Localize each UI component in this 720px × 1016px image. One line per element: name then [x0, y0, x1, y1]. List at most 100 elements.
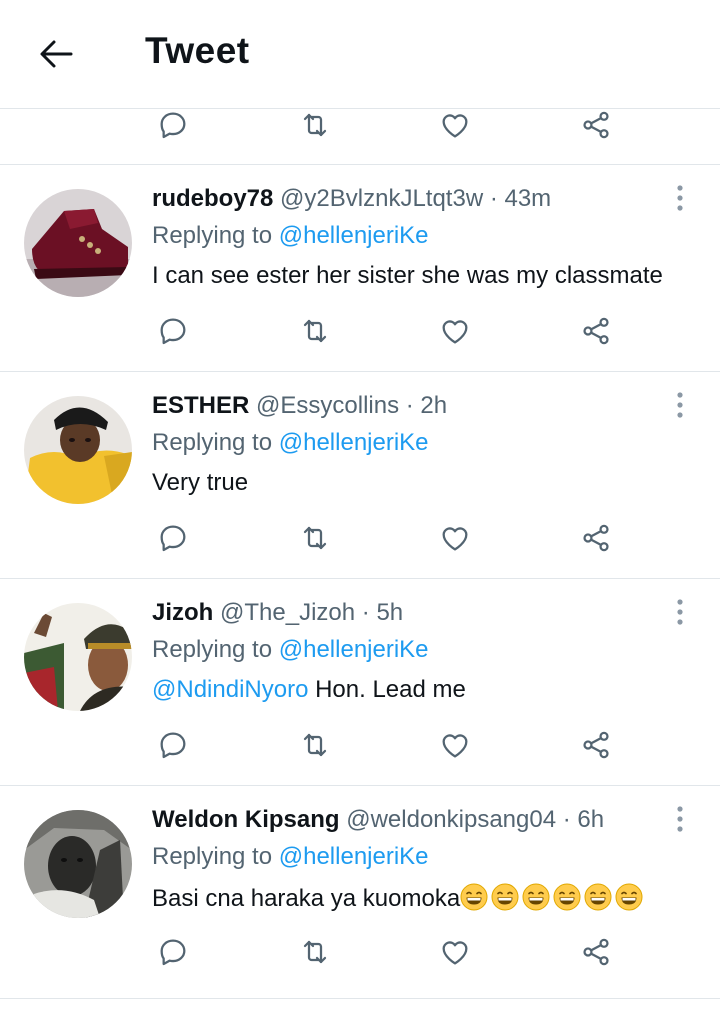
reply-icon: [157, 522, 189, 554]
retweet-button[interactable]: [296, 728, 334, 762]
more-options-button[interactable]: [668, 390, 692, 420]
arrow-left-icon: [40, 40, 73, 68]
tweet-item[interactable]: Weldon Kipsang @weldonkipsang04 · 6h Rep…: [0, 786, 720, 992]
reply-icon: [157, 315, 189, 347]
like-icon: [439, 729, 471, 761]
avatar-image-man-cap: [24, 603, 132, 711]
author-name[interactable]: ESTHER: [152, 392, 249, 419]
author-name[interactable]: Jizoh: [152, 599, 213, 626]
avatar[interactable]: [24, 189, 132, 297]
author-name[interactable]: rudeboy78: [152, 185, 273, 212]
divider: [0, 998, 720, 999]
tweet-text: I can see ester her sister she was my cl…: [152, 262, 663, 289]
tweet-text: Very true: [152, 469, 249, 496]
author-handle: @y2BvlznkJLtqt3w: [280, 185, 484, 212]
avatar-image-person-yellow: [24, 396, 132, 504]
replying-to-link[interactable]: @hellenjeriKe: [279, 843, 429, 870]
reply-button[interactable]: [154, 108, 192, 142]
more-options-button[interactable]: [668, 183, 692, 213]
share-icon: [580, 109, 612, 141]
tweet-header: Weldon Kipsang @weldonkipsang04 · 6h: [152, 806, 604, 834]
replying-to: Replying to @hellenjeriKe: [152, 843, 429, 871]
tweet-time: · 43m: [489, 185, 552, 212]
grinning-face-emoji-icon: [584, 883, 612, 911]
reply-button[interactable]: [154, 521, 192, 555]
emoji-row: [460, 885, 646, 912]
tweet-time: · 5h: [361, 599, 404, 626]
tweet-text: @NdindiNyoro Hon. Lead me: [152, 676, 466, 704]
share-icon: [580, 936, 612, 968]
like-button[interactable]: [436, 521, 474, 555]
like-icon: [439, 936, 471, 968]
more-vertical-icon: [668, 597, 692, 627]
replying-to-link[interactable]: @hellenjeriKe: [279, 636, 429, 663]
author-handle: @Essycollins: [256, 392, 400, 419]
replying-label: Replying to: [152, 636, 273, 663]
avatar-image-man-bw: [24, 810, 132, 918]
avatar-image-shoes: [24, 189, 132, 297]
share-button[interactable]: [577, 935, 615, 969]
replying-to: Replying to @hellenjeriKe: [152, 636, 429, 664]
grinning-face-emoji-icon: [522, 883, 550, 911]
more-options-button[interactable]: [668, 597, 692, 627]
back-button[interactable]: [34, 34, 78, 74]
replying-label: Replying to: [152, 222, 273, 249]
like-button[interactable]: [436, 314, 474, 348]
mention-link[interactable]: @NdindiNyoro: [152, 676, 308, 703]
tweet-actions-partial: [0, 100, 720, 150]
tweet-actions: [0, 513, 720, 563]
retweet-icon: [299, 109, 331, 141]
grinning-face-emoji-icon: [491, 883, 519, 911]
avatar[interactable]: [24, 603, 132, 711]
tweet-actions: [0, 720, 720, 770]
tweet-header: Jizoh @The_Jizoh · 5h: [152, 599, 403, 627]
more-vertical-icon: [668, 390, 692, 420]
grinning-face-emoji-icon: [615, 883, 643, 911]
reply-icon: [157, 729, 189, 761]
avatar[interactable]: [24, 396, 132, 504]
avatar[interactable]: [24, 810, 132, 918]
tweet-item[interactable]: Jizoh @The_Jizoh · 5h Replying to @helle…: [0, 579, 720, 785]
retweet-button[interactable]: [296, 314, 334, 348]
replying-to: Replying to @hellenjeriKe: [152, 222, 429, 250]
tweet-text-body: Hon. Lead me: [308, 676, 466, 703]
tweet-text-body: Basi cna haraka ya kuomoka: [152, 885, 461, 912]
more-options-button[interactable]: [668, 804, 692, 834]
reply-icon: [157, 109, 189, 141]
retweet-button[interactable]: [296, 108, 334, 142]
tweet-actions: [0, 927, 720, 977]
retweet-button[interactable]: [296, 935, 334, 969]
like-icon: [439, 315, 471, 347]
author-handle: @weldonkipsang04: [346, 806, 557, 833]
tweet-item[interactable]: rudeboy78 @y2BvlznkJLtqt3w · 43m Replyin…: [0, 165, 720, 371]
share-button[interactable]: [577, 521, 615, 555]
like-button[interactable]: [436, 108, 474, 142]
replying-to-link[interactable]: @hellenjeriKe: [279, 429, 429, 456]
replying-label: Replying to: [152, 429, 273, 456]
like-button[interactable]: [436, 728, 474, 762]
retweet-icon: [299, 729, 331, 761]
share-icon: [580, 729, 612, 761]
like-icon: [439, 522, 471, 554]
replying-to-link[interactable]: @hellenjeriKe: [279, 222, 429, 249]
share-button[interactable]: [577, 314, 615, 348]
tweet-time: · 2h: [405, 392, 448, 419]
reply-button[interactable]: [154, 935, 192, 969]
tweet-time: · 6h: [562, 806, 605, 833]
retweet-button[interactable]: [296, 521, 334, 555]
tweet-item[interactable]: ESTHER @Essycollins · 2h Replying to @he…: [0, 372, 720, 578]
retweet-icon: [299, 936, 331, 968]
reply-button[interactable]: [154, 314, 192, 348]
like-button[interactable]: [436, 935, 474, 969]
replying-label: Replying to: [152, 843, 273, 870]
reply-icon: [157, 936, 189, 968]
page-title: Tweet: [145, 30, 250, 71]
more-vertical-icon: [668, 804, 692, 834]
share-button[interactable]: [577, 108, 615, 142]
reply-button[interactable]: [154, 728, 192, 762]
like-icon: [439, 109, 471, 141]
author-name[interactable]: Weldon Kipsang: [152, 806, 340, 833]
tweet-header: ESTHER @Essycollins · 2h: [152, 392, 447, 420]
share-button[interactable]: [577, 728, 615, 762]
more-vertical-icon: [668, 183, 692, 213]
